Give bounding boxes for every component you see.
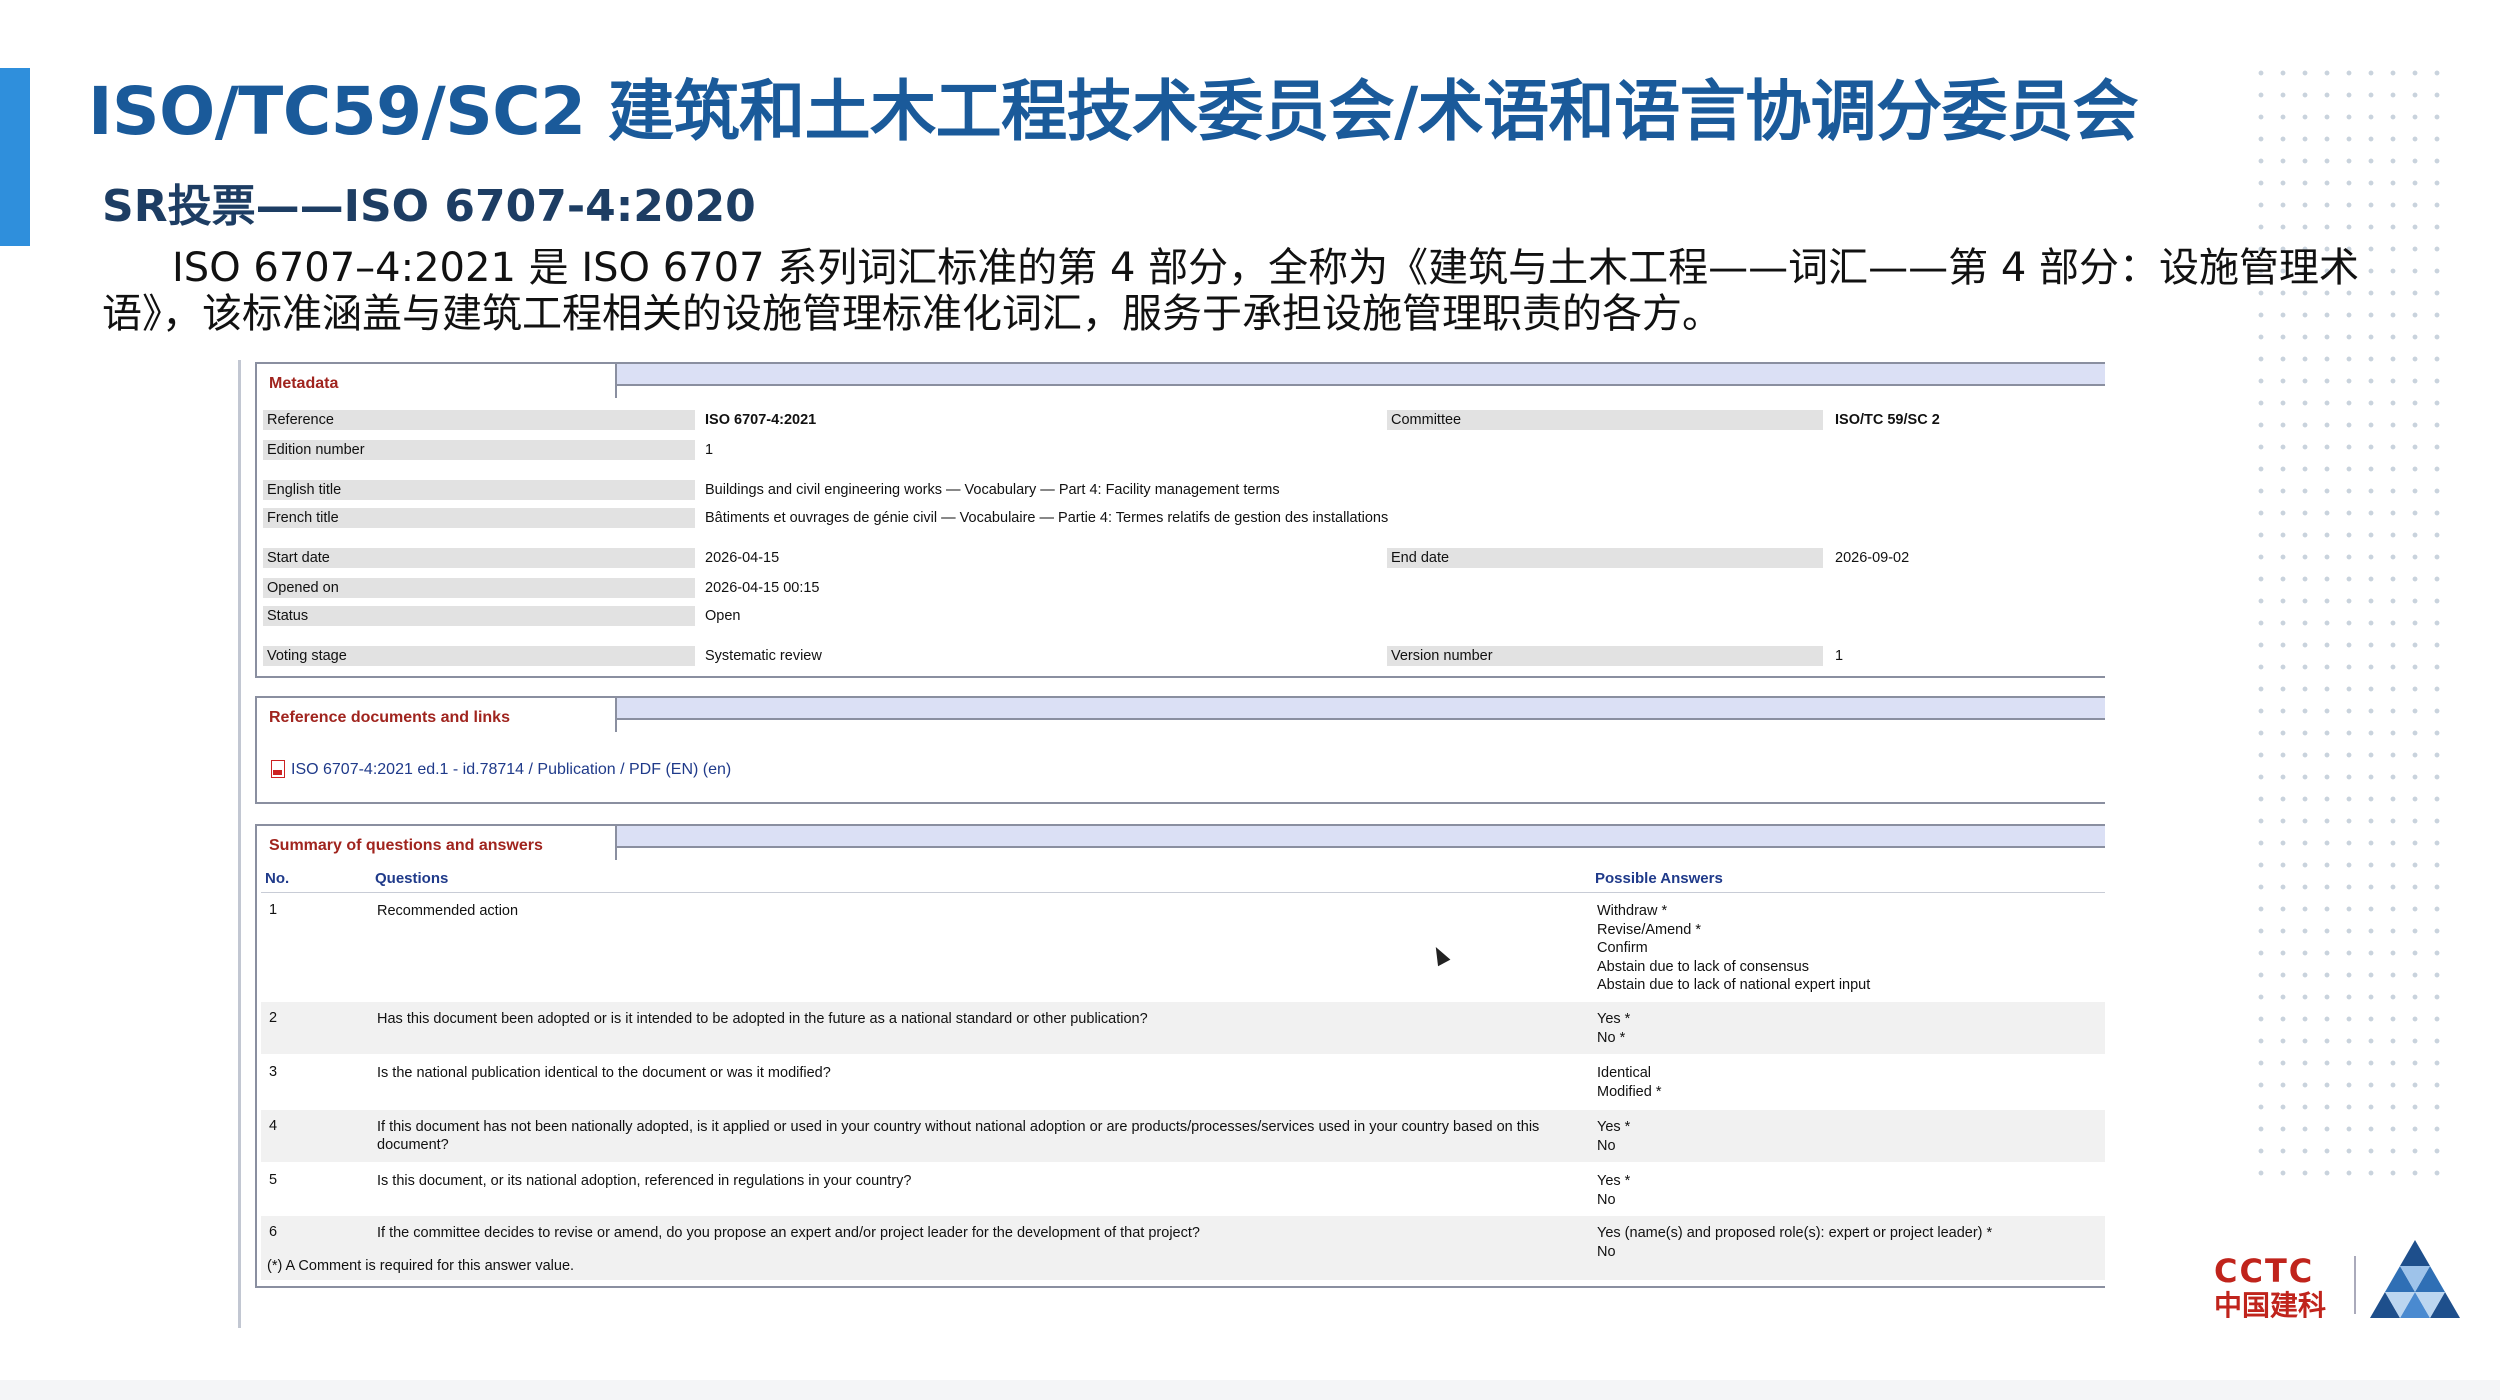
end-date-value: 2026-09-02 [1835,550,1910,566]
answer-option: Yes * [1597,1173,1631,1189]
column-header-no: No. [265,870,290,887]
question-text: Is this document, or its national adopti… [377,1173,912,1189]
committee-value: ISO/TC 59/SC 2 [1835,412,1940,428]
table-row: 6 If the committee decides to revise or … [261,1216,2105,1280]
slide-subtitle: SR投票——ISO 6707-4:2020 [102,181,756,232]
answer-option: Abstain due to lack of consensus [1597,958,1809,975]
question-number: 2 [269,1010,278,1026]
reference-label: Reference [263,410,695,430]
possible-answers: Yes * No [1597,1118,1630,1155]
french-title-value: Bâtiments et ouvrages de génie civil — V… [705,510,1389,526]
summary-panel: Summary of questions and answers No. Que… [255,824,2105,1288]
english-title-label: English title [263,480,695,500]
opened-on-value: 2026-04-15 00:15 [705,580,820,596]
committee-label: Committee [1387,410,1823,430]
answer-option: No * [1597,1029,1626,1046]
answer-option: Identical [1597,1065,1652,1081]
english-title-value: Buildings and civil engineering works — … [705,482,1280,498]
opened-on-label: Opened on [263,578,695,598]
voting-stage-value: Systematic review [705,648,822,664]
table-row: 4 If this document has not been national… [261,1110,2105,1162]
answer-option: Modified * [1597,1083,1662,1100]
dot-pattern [2250,62,2450,1190]
question-text: Is the national publication identical to… [377,1065,831,1081]
table-row: 3 Is the national publication identical … [261,1056,2105,1108]
table-row: 2 Has this document been adopted or is i… [261,1002,2105,1054]
question-text: If this document has not been nationally… [377,1119,1540,1153]
status-value: Open [705,608,741,624]
reference-document-link[interactable]: ISO 6707-4:2021 ed.1 - id.78714 / Public… [271,760,731,779]
answer-option: Confirm [1597,940,1648,956]
reference-document-link-text: ISO 6707-4:2021 ed.1 - id.78714 / Public… [291,761,732,778]
metadata-heading: Metadata [255,362,617,398]
question-text: Has this document been adopted or is it … [377,1011,1148,1027]
answer-option: Revise/Amend * [1597,921,1701,938]
edition-value: 1 [705,442,714,458]
possible-answers: Identical Modified * [1597,1064,1661,1101]
pdf-file-icon [271,760,285,778]
start-date-value: 2026-04-15 [705,550,780,566]
reference-documents-heading: Reference documents and links [255,696,617,732]
footer-band [0,1380,2500,1400]
answer-option: No [1597,1191,1616,1208]
answer-option: Yes * [1597,1011,1631,1027]
question-number: 1 [269,902,278,918]
possible-answers: Yes (name(s) and proposed role(s): exper… [1597,1224,1992,1261]
end-date-label: End date [1387,548,1823,568]
company-logo: CCTC 中国建科 [2214,1238,2474,1326]
logo-subtext: 中国建科 [2214,1289,2327,1322]
slide-paragraph: ISO 6707–4:2021 是 ISO 6707 系列词汇标准的第 4 部分… [102,245,2359,337]
question-number: 6 [269,1224,278,1240]
summary-table-header: No. Questions Possible Answers [261,862,2105,893]
accent-bar [0,68,30,246]
triangle-logo-icon [2370,1240,2460,1318]
french-title-label: French title [263,508,695,528]
status-label: Status [263,606,695,626]
answer-option: Abstain due to lack of national expert i… [1597,977,1871,993]
answer-option: No [1597,1137,1616,1154]
start-date-label: Start date [263,548,695,568]
question-text: Recommended action [377,903,519,919]
table-row: 5 Is this document, or its national adop… [261,1164,2105,1216]
reference-value: ISO 6707-4:2021 [705,412,817,428]
question-number: 4 [269,1118,278,1134]
version-value: 1 [1835,648,1844,664]
table-row: 1 Recommended action Withdraw * Revise/A… [261,894,2105,998]
slide-title: ISO/TC59/SC2 建筑和土木工程技术委员会/术语和语言协调分委员会 [88,73,2139,150]
summary-heading: Summary of questions and answers [255,824,617,860]
possible-answers: Withdraw * Revise/Amend * Confirm Abstai… [1597,902,1870,995]
question-text: If the committee decides to revise or am… [377,1225,1200,1241]
metadata-panel: Metadata Reference ISO 6707-4:2021 Commi… [255,362,2105,678]
answer-option: No [1597,1243,1616,1260]
logo-divider [2354,1256,2356,1314]
answer-option: Yes * [1597,1119,1631,1135]
column-header-answers: Possible Answers [1595,870,1723,887]
question-number: 3 [269,1064,278,1080]
edition-label: Edition number [263,440,695,460]
answer-option: Withdraw * [1597,903,1668,919]
required-comment-note: (*) A Comment is required for this answe… [267,1258,575,1274]
column-header-questions: Questions [375,870,449,887]
embedded-screenshot: Metadata Reference ISO 6707-4:2021 Commi… [238,360,2105,1328]
version-label: Version number [1387,646,1823,666]
answer-option: Yes (name(s) and proposed role(s): exper… [1597,1225,1993,1241]
voting-stage-label: Voting stage [263,646,695,666]
reference-documents-panel: Reference documents and links ISO 6707-4… [255,696,2105,804]
question-number: 5 [269,1172,278,1188]
possible-answers: Yes * No * [1597,1010,1630,1047]
possible-answers: Yes * No [1597,1172,1630,1209]
